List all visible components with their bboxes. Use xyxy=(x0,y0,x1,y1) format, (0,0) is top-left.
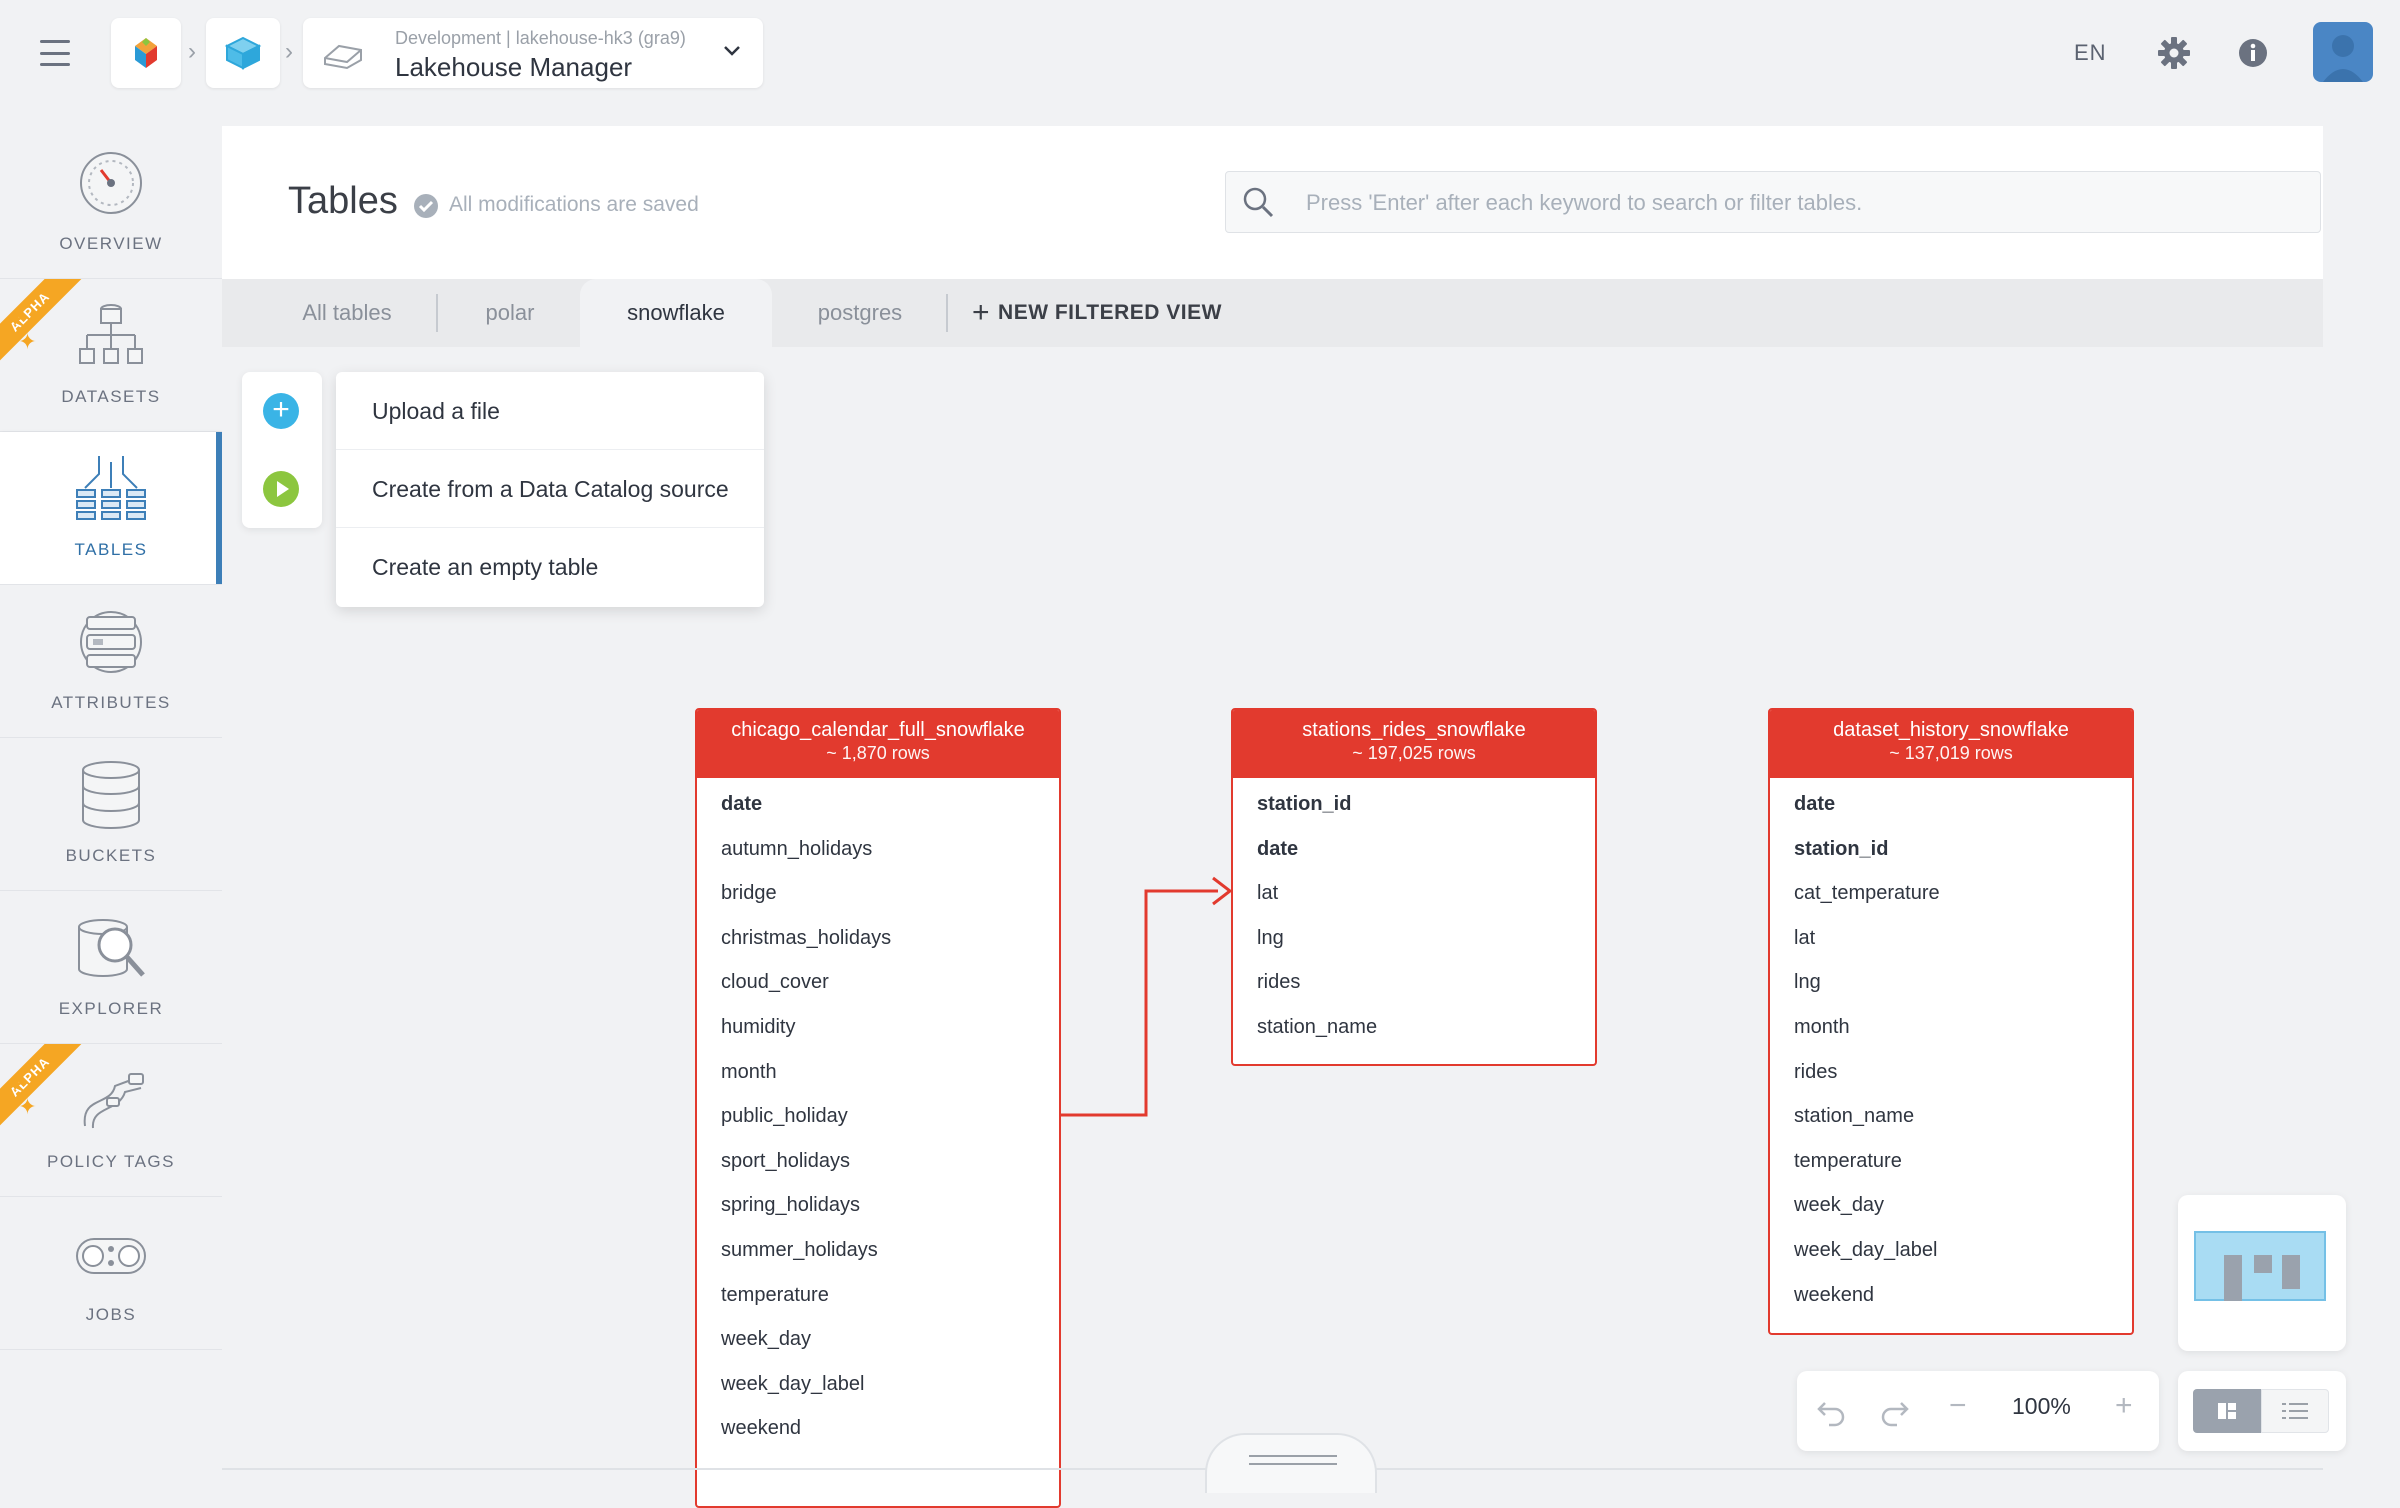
column-list: station_id date lat lng rides station_na… xyxy=(1233,778,1595,1050)
table-card[interactable]: chicago_calendar_full_snowflake ~ 1,870 … xyxy=(695,708,1061,1508)
column-item[interactable]: week_day xyxy=(697,1317,1059,1362)
column-item[interactable]: temperature xyxy=(1770,1139,2132,1184)
minimap-viewport[interactable] xyxy=(2194,1231,2326,1301)
upload-plus-icon[interactable]: + xyxy=(263,393,299,429)
table-name: stations_rides_snowflake xyxy=(1302,719,1526,741)
table-name: dataset_history_snowflake xyxy=(1833,719,2069,741)
column-item[interactable]: autumn_holidays xyxy=(697,827,1059,872)
add-table-menu: Upload a file Create from a Data Catalog… xyxy=(336,372,764,607)
column-item[interactable]: summer_holidays xyxy=(697,1228,1059,1273)
column-item[interactable]: rides xyxy=(1233,960,1595,1005)
zoom-controls: − 100% + xyxy=(1797,1371,2159,1451)
table-row-count: ~ 1,870 rows xyxy=(826,743,930,763)
add-toolbar: + xyxy=(242,372,322,528)
handle-grip xyxy=(1249,1463,1337,1465)
table-card-header[interactable]: stations_rides_snowflake ~ 197,025 rows xyxy=(1233,710,1595,778)
column-item[interactable]: bridge xyxy=(697,871,1059,916)
column-list: date station_id cat_temperature lat lng … xyxy=(1770,778,2132,1317)
view-toggle xyxy=(2178,1371,2346,1451)
column-item[interactable]: date xyxy=(1770,782,2132,827)
table-name: chicago_calendar_full_snowflake xyxy=(731,719,1025,741)
column-item[interactable]: humidity xyxy=(697,1005,1059,1050)
column-item[interactable]: temperature xyxy=(697,1273,1059,1318)
column-item[interactable]: lng xyxy=(1233,916,1595,961)
column-item[interactable]: date xyxy=(697,782,1059,827)
minimap-table xyxy=(2254,1255,2272,1273)
minimap[interactable] xyxy=(2178,1195,2346,1351)
menu-item-upload-file[interactable]: Upload a file xyxy=(336,372,764,450)
column-item[interactable]: station_name xyxy=(1233,1005,1595,1050)
table-card-header[interactable]: dataset_history_snowflake ~ 137,019 rows xyxy=(1770,710,2132,778)
relation-arrow[interactable] xyxy=(1059,889,1218,1117)
column-item[interactable]: lng xyxy=(1770,960,2132,1005)
diagram-view-button[interactable] xyxy=(2193,1389,2261,1433)
list-icon xyxy=(2282,1403,2308,1419)
column-item[interactable]: month xyxy=(1770,1005,2132,1050)
column-item[interactable]: cat_temperature xyxy=(1770,871,2132,916)
column-item[interactable]: week_day xyxy=(1770,1183,2132,1228)
column-item[interactable]: weekend xyxy=(697,1406,1059,1451)
grid-icon xyxy=(2218,1403,2236,1419)
column-list: date autumn_holidays bridge christmas_ho… xyxy=(697,778,1059,1451)
zoom-level: 100% xyxy=(2012,1393,2071,1419)
column-item[interactable]: weekend xyxy=(1770,1273,2132,1318)
minimap-table xyxy=(2282,1255,2300,1289)
list-view-button[interactable] xyxy=(2261,1389,2329,1433)
table-row-count: ~ 137,019 rows xyxy=(1889,743,2013,763)
drawer-handle[interactable] xyxy=(1205,1433,1377,1493)
menu-item-empty-table[interactable]: Create an empty table xyxy=(336,528,764,606)
play-icon[interactable] xyxy=(263,471,299,507)
column-item[interactable]: christmas_holidays xyxy=(697,916,1059,961)
zoom-in-icon[interactable]: + xyxy=(2115,1389,2133,1423)
handle-grip xyxy=(1249,1455,1337,1457)
column-item[interactable]: month xyxy=(697,1050,1059,1095)
column-item[interactable]: sport_holidays xyxy=(697,1139,1059,1184)
column-item[interactable]: lat xyxy=(1233,871,1595,916)
column-item[interactable]: spring_holidays xyxy=(697,1183,1059,1228)
redo-icon[interactable] xyxy=(1879,1395,1911,1427)
undo-icon[interactable] xyxy=(1815,1395,1847,1427)
table-card[interactable]: dataset_history_snowflake ~ 137,019 rows… xyxy=(1768,708,2134,1335)
column-item[interactable]: week_day_label xyxy=(1770,1228,2132,1273)
column-item[interactable]: week_day_label xyxy=(697,1362,1059,1407)
table-card-header[interactable]: chicago_calendar_full_snowflake ~ 1,870 … xyxy=(697,710,1059,778)
column-item[interactable]: station_id xyxy=(1770,827,2132,872)
zoom-out-icon[interactable]: − xyxy=(1949,1389,1967,1423)
column-item[interactable]: date xyxy=(1233,827,1595,872)
column-item[interactable]: rides xyxy=(1770,1050,2132,1095)
table-card[interactable]: stations_rides_snowflake ~ 197,025 rows … xyxy=(1231,708,1597,1066)
menu-item-data-catalog[interactable]: Create from a Data Catalog source xyxy=(336,450,764,528)
column-item[interactable]: lat xyxy=(1770,916,2132,961)
column-item[interactable]: public_holiday xyxy=(697,1094,1059,1139)
table-row-count: ~ 197,025 rows xyxy=(1352,743,1476,763)
column-item[interactable]: station_name xyxy=(1770,1094,2132,1139)
column-item[interactable]: cloud_cover xyxy=(697,960,1059,1005)
minimap-table xyxy=(2224,1255,2242,1301)
column-item[interactable]: station_id xyxy=(1233,782,1595,827)
